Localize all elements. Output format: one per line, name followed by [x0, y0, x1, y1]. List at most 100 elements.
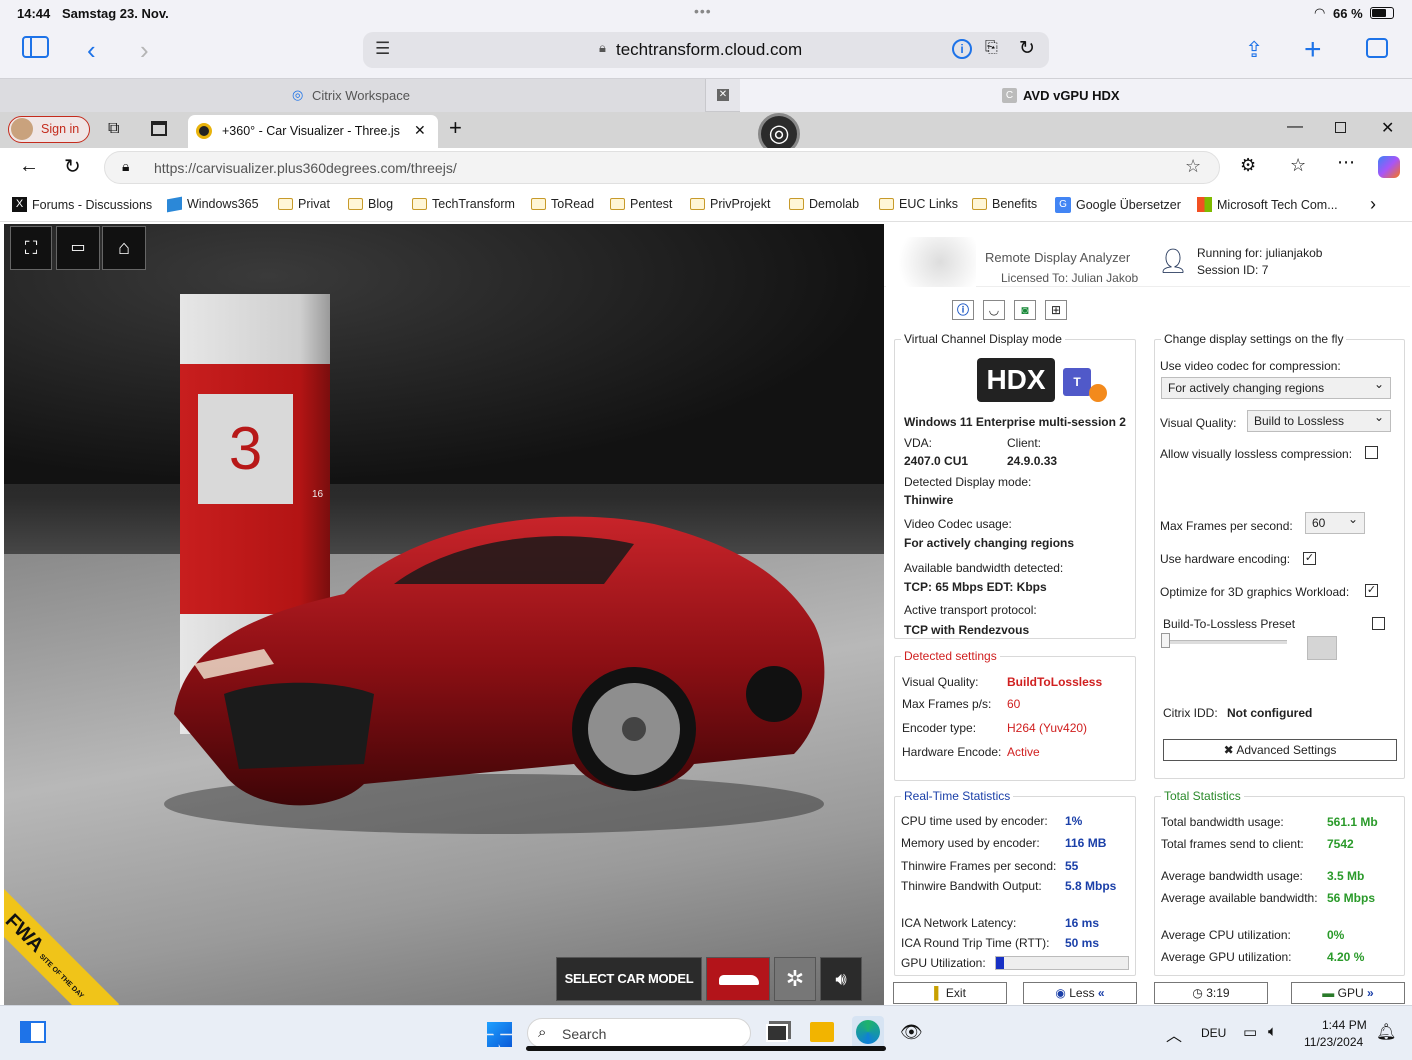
- visual-quality-select[interactable]: Build to Lossless: [1247, 410, 1391, 432]
- password-icon[interactable]: i: [952, 39, 972, 59]
- fav-demolab[interactable]: Demolab: [789, 197, 859, 211]
- max-fps-select[interactable]: 60: [1305, 512, 1365, 534]
- latency-value: 16 ms: [1065, 916, 1100, 930]
- language-indicator[interactable]: DEU: [1201, 1026, 1226, 1040]
- page-menu-icon[interactable]: ☰: [375, 39, 390, 59]
- fullscreen-icon[interactable]: ⛶: [10, 226, 52, 270]
- extensions-icon[interactable]: ⚙: [1240, 155, 1256, 176]
- camera-icon[interactable]: ▭: [56, 226, 100, 270]
- clean-icon[interactable]: ◡: [983, 300, 1005, 320]
- fav-privprojekt[interactable]: PrivProjekt: [690, 197, 770, 211]
- taskbar-time[interactable]: 1:44 PM: [1322, 1018, 1367, 1032]
- fav-blog[interactable]: Blog: [348, 197, 393, 211]
- tabs-overview-icon[interactable]: [1366, 38, 1388, 58]
- car-model-icon[interactable]: [706, 957, 770, 1001]
- hw-encoding-checkbox[interactable]: ✓: [1303, 552, 1316, 565]
- desktop-icon[interactable]: [20, 1021, 46, 1043]
- lossless-checkbox[interactable]: [1365, 446, 1378, 459]
- site-info-icon[interactable]: 🔒︎: [122, 158, 129, 175]
- taskbar-search[interactable]: ⌕ Search: [527, 1018, 751, 1048]
- task-view-icon[interactable]: [766, 1024, 788, 1042]
- share-icon[interactable]: ⇪: [1245, 30, 1263, 70]
- workspaces-icon[interactable]: ⧉: [108, 120, 119, 138]
- fav-euc-links[interactable]: EUC Links: [879, 197, 958, 211]
- extension-icon[interactable]: ⎘: [985, 39, 998, 57]
- restore-icon[interactable]: [1335, 122, 1346, 133]
- safari-url[interactable]: techtransform.cloud.com: [616, 40, 802, 60]
- edge-tab-title: +360° - Car Visualizer - Three.js: [222, 124, 400, 138]
- btl-preset-checkbox[interactable]: [1372, 617, 1385, 630]
- favorite-star-icon[interactable]: ☆: [1185, 156, 1201, 177]
- fav-toread[interactable]: ToRead: [531, 197, 594, 211]
- edge-active-tab[interactable]: +360° - Car Visualizer - Three.js ✕: [188, 115, 438, 148]
- tab-avd-vgpu[interactable]: C AVD vGPU HDX: [740, 79, 1412, 112]
- sound-icon[interactable]: 🔊︎: [820, 957, 862, 1001]
- fav-microsoft-tech[interactable]: Microsoft Tech Com...: [1197, 197, 1338, 212]
- tab-actions-icon[interactable]: [151, 121, 167, 136]
- network-icon[interactable]: ▭: [1243, 1023, 1257, 1041]
- sign-in-button[interactable]: Sign in: [8, 116, 90, 143]
- fav-google-translate[interactable]: G Google Übersetzer: [1055, 197, 1181, 213]
- rtt-label: ICA Round Trip Time (RTT):: [901, 936, 1050, 950]
- minimize-icon[interactable]: —: [1287, 118, 1303, 136]
- exit-door-icon: ▌: [934, 986, 943, 1000]
- home-icon[interactable]: ⌂: [102, 226, 146, 270]
- notification-bell-icon[interactable]: 🔔︎: [1376, 1022, 1396, 1042]
- codec-select[interactable]: For actively changing regions: [1161, 377, 1391, 399]
- multitask-dots[interactable]: •••: [694, 3, 712, 19]
- edge-url[interactable]: https://carvisualizer.plus360degrees.com…: [154, 160, 457, 176]
- analyzer-taskbar-icon[interactable]: 👁︎: [900, 1022, 923, 1043]
- exit-button[interactable]: ▌ Exit: [893, 982, 1007, 1004]
- total-frames-label: Total frames send to client:: [1161, 837, 1304, 851]
- edge-taskbar-button[interactable]: [852, 1016, 884, 1050]
- new-tab-icon[interactable]: +: [1304, 30, 1322, 70]
- back-icon[interactable]: ‹: [87, 30, 96, 70]
- timer-button[interactable]: ◷ 3:19: [1154, 982, 1268, 1004]
- avg-bw-value: 3.5 Mb: [1327, 869, 1365, 883]
- more-icon[interactable]: ⋯: [1337, 152, 1355, 173]
- info-icon[interactable]: ⓘ: [952, 300, 974, 320]
- fav-windows365[interactable]: Windows365: [167, 196, 259, 212]
- refresh-icon[interactable]: ↻: [64, 154, 81, 179]
- close-tab-icon[interactable]: ✕: [414, 122, 426, 139]
- windows-start-icon[interactable]: [487, 1022, 512, 1047]
- screenshot-icon[interactable]: ◙: [1014, 300, 1036, 320]
- close-window-icon[interactable]: ✕: [1381, 118, 1394, 138]
- fav-benefits[interactable]: Benefits: [972, 197, 1037, 211]
- fav-techtransform[interactable]: TechTransform: [412, 197, 515, 211]
- tab-citrix-workspace[interactable]: ◎ Citrix Workspace: [0, 79, 706, 112]
- group-title: Real-Time Statistics: [901, 789, 1014, 803]
- chevron-up-icon[interactable]: ︿: [1166, 1022, 1182, 1046]
- file-explorer-icon[interactable]: [810, 1022, 834, 1042]
- copilot-icon[interactable]: [1378, 156, 1400, 178]
- btl-slider[interactable]: [1161, 633, 1287, 648]
- reload-icon[interactable]: ↻: [1019, 37, 1035, 60]
- forward-icon[interactable]: ›: [140, 30, 149, 70]
- fav-privat[interactable]: Privat: [278, 197, 330, 211]
- less-button[interactable]: ◉ Less «: [1023, 982, 1137, 1004]
- citrix-icon: ◎: [292, 87, 304, 102]
- optimize-3d-checkbox[interactable]: ✓: [1365, 584, 1378, 597]
- gpu-button[interactable]: ▬ GPU »: [1291, 982, 1405, 1004]
- taskbar-date[interactable]: 11/23/2024: [1304, 1035, 1363, 1049]
- wheel-icon[interactable]: ✲: [774, 957, 816, 1001]
- close-tab-icon[interactable]: ✕: [717, 89, 729, 101]
- volume-icon[interactable]: 🔈︎: [1268, 1023, 1277, 1040]
- advanced-settings-button[interactable]: ✖︎ Advanced Settings: [1163, 739, 1397, 761]
- edge-tab-strip: Sign in ⧉ +360° - Car Visualizer - Three…: [0, 112, 1412, 155]
- fav-pentest[interactable]: Pentest: [610, 197, 672, 211]
- safari-address-bar[interactable]: ☰ 🔒︎ techtransform.cloud.com i ⎘ ↻: [363, 32, 1049, 68]
- tools-icon: ✖︎: [1223, 743, 1234, 757]
- car-visualizer-canvas[interactable]: 3 16 ⛶ ▭ ⌂ SELECT CAR MODEL ✲ 🔊︎ FWA SIT…: [4, 224, 884, 1005]
- chevron-right-icon[interactable]: ›: [1370, 194, 1376, 215]
- home-indicator[interactable]: [526, 1046, 886, 1051]
- sidebar-icon[interactable]: [22, 36, 49, 58]
- fav-forums[interactable]: X Forums - Discussions: [12, 197, 152, 212]
- group-title: Virtual Channel Display mode: [901, 332, 1065, 346]
- edge-address-bar[interactable]: 🔒︎ https://carvisualizer.plus360degrees.…: [104, 151, 1220, 184]
- select-car-model-button[interactable]: SELECT CAR MODEL: [556, 957, 702, 1001]
- back-icon[interactable]: ←: [19, 155, 39, 178]
- favorites-icon[interactable]: ☆: [1290, 155, 1306, 176]
- new-tab-icon[interactable]: +: [449, 115, 462, 141]
- settings-grid-icon[interactable]: ⊞: [1045, 300, 1067, 320]
